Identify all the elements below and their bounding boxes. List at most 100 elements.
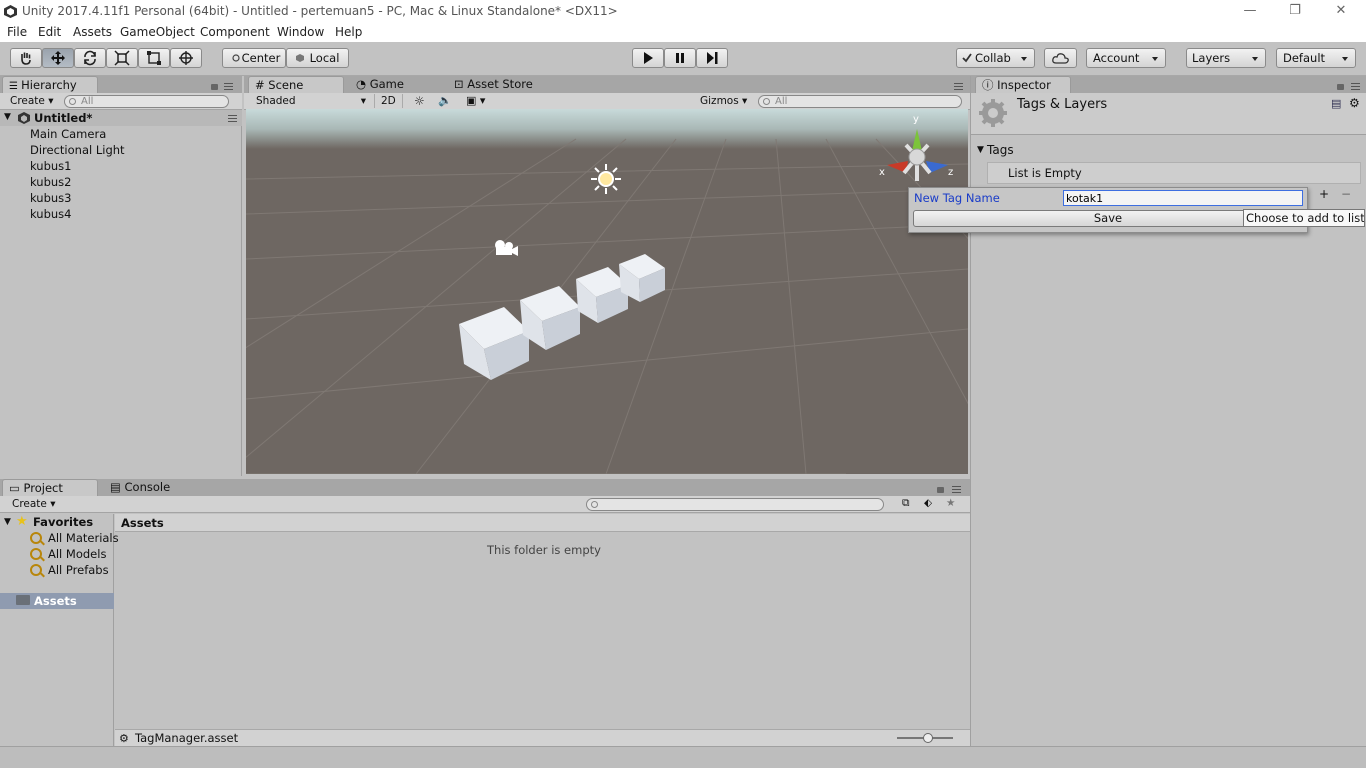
menu-edit[interactable]: Edit xyxy=(38,25,61,39)
transform-tool-button[interactable] xyxy=(170,48,202,68)
restore-button[interactable]: ❐ xyxy=(1272,0,1318,24)
scene-effects-icon[interactable]: ▣ ▾ xyxy=(466,94,485,107)
account-dropdown[interactable]: Account xyxy=(1086,48,1166,68)
filter-label-icon[interactable]: ⬖ xyxy=(924,497,932,509)
remove-tag-button[interactable]: − xyxy=(1341,187,1351,201)
tab-game[interactable]: ◔ Game xyxy=(350,76,440,93)
rect-tool-button[interactable] xyxy=(138,48,170,68)
assets-breadcrumb-label[interactable]: Assets xyxy=(121,516,164,530)
search-filter-icon xyxy=(30,548,42,560)
help-book-icon[interactable]: ▤ xyxy=(1331,97,1341,110)
assets-folder-label: Assets xyxy=(34,594,77,608)
menu-file[interactable]: File xyxy=(7,25,27,39)
menu-window[interactable]: Window xyxy=(277,25,324,39)
scene-search-input[interactable]: All xyxy=(758,95,962,108)
pause-button[interactable] xyxy=(664,48,696,68)
hierarchy-item-main-camera[interactable]: Main Camera xyxy=(30,127,106,141)
2d-mode-toggle[interactable]: 2D xyxy=(374,94,403,108)
favorite-star-icon[interactable]: ★ xyxy=(946,497,955,509)
tab-hierarchy[interactable]: ☰ Hierarchy xyxy=(2,76,98,93)
icon-size-slider-thumb[interactable] xyxy=(923,733,933,743)
add-tag-button[interactable]: + xyxy=(1319,187,1329,201)
new-tag-name-input[interactable] xyxy=(1063,190,1303,206)
minimize-button[interactable]: — xyxy=(1227,0,1273,24)
sky-gradient xyxy=(246,109,968,149)
project-create-dropdown[interactable]: Create ▾ xyxy=(12,498,56,510)
tab-asset-store[interactable]: ⊡ Asset Store xyxy=(448,76,558,93)
hierarchy-item-kubus3[interactable]: kubus3 xyxy=(30,191,72,205)
hierarchy-item-kubus2[interactable]: kubus2 xyxy=(30,175,72,189)
scale-icon xyxy=(114,50,130,66)
cube-small-icon xyxy=(296,54,304,62)
selected-asset-path: TagManager.asset xyxy=(135,731,239,745)
shading-mode-dropdown[interactable]: Shaded ▾ xyxy=(256,95,366,107)
hierarchy-item-kubus1[interactable]: kubus1 xyxy=(30,159,72,173)
cloud-icon xyxy=(1051,53,1069,64)
tab-scene[interactable]: # Scene xyxy=(248,76,344,93)
tab-inspector[interactable]: ⓘ Inspector xyxy=(975,76,1071,93)
tags-expand-icon[interactable]: ▼ xyxy=(977,145,984,155)
scene-audio-icon[interactable]: 🔈 xyxy=(438,94,452,107)
unity-logo-icon xyxy=(4,5,17,18)
scene-panel-menu-icon[interactable] xyxy=(954,83,963,90)
collab-dropdown[interactable]: Collab xyxy=(956,48,1035,68)
window-title: Unity 2017.4.11f1 Personal (64bit) - Unt… xyxy=(22,4,618,18)
move-tool-button[interactable] xyxy=(42,48,74,68)
menu-help[interactable]: Help xyxy=(335,25,362,39)
inspector-header: Tags & Layers ▤ ⚙ xyxy=(971,93,1366,135)
panel-menu-icon[interactable] xyxy=(224,83,233,90)
check-icon xyxy=(962,53,972,63)
hierarchy-item-directional-light[interactable]: Directional Light xyxy=(30,143,125,157)
tab-project[interactable]: ▭ Project xyxy=(2,479,98,496)
unity-scene-icon xyxy=(18,112,30,124)
hierarchy-search-input[interactable]: All xyxy=(64,95,229,108)
inspector-lock-icon[interactable] xyxy=(1337,84,1344,90)
scene-menu-icon[interactable] xyxy=(228,115,237,122)
scene-viewport[interactable]: y x z xyxy=(246,109,968,474)
favorite-all-models[interactable]: All Models xyxy=(48,547,106,561)
hand-tool-button[interactable] xyxy=(10,48,42,68)
hierarchy-create-dropdown[interactable]: Create ▾ xyxy=(10,95,54,107)
gizmo-axis-z-label: z xyxy=(948,167,954,178)
menu-gameobject[interactable]: GameObject xyxy=(120,25,195,39)
menu-component[interactable]: Component xyxy=(200,25,270,39)
pause-icon xyxy=(676,53,684,63)
lock-icon[interactable] xyxy=(211,84,218,90)
filter-type-icon[interactable]: ⧉ xyxy=(902,497,910,510)
scene-row[interactable]: ▼ Untitled* xyxy=(0,110,242,126)
scene-toolbar: Shaded ▾ 2D ☼ 🔈 ▣ ▾ Gizmos ▾ All xyxy=(244,93,970,110)
favorites-label[interactable]: Favorites xyxy=(33,515,93,529)
gizmos-dropdown[interactable]: Gizmos ▾ xyxy=(700,95,747,107)
layers-dropdown[interactable]: Layers xyxy=(1186,48,1266,68)
component-settings-icon[interactable]: ⚙ xyxy=(1349,96,1360,110)
scene-lighting-icon[interactable]: ☼ xyxy=(414,94,425,108)
rotate-tool-button[interactable] xyxy=(74,48,106,68)
layout-dropdown[interactable]: Default xyxy=(1276,48,1356,68)
assets-folder-row[interactable]: Assets xyxy=(0,593,114,609)
inspector-menu-icon[interactable] xyxy=(1351,83,1360,90)
project-search-input[interactable] xyxy=(586,498,884,511)
play-button[interactable] xyxy=(632,48,664,68)
favorite-all-prefabs[interactable]: All Prefabs xyxy=(48,563,109,577)
cloud-button[interactable] xyxy=(1044,48,1077,68)
step-button[interactable] xyxy=(696,48,728,68)
pivot-center-button[interactable]: Center xyxy=(222,48,286,68)
step-icon xyxy=(707,52,718,64)
menu-bar: File Edit Assets GameObject Component Wi… xyxy=(0,24,1366,42)
asset-gear-icon: ⚙ xyxy=(119,732,129,745)
expand-triangle-icon[interactable]: ▼ xyxy=(4,112,11,122)
pivot-icon xyxy=(232,54,240,62)
scale-tool-button[interactable] xyxy=(106,48,138,68)
local-space-button[interactable]: Local xyxy=(286,48,349,68)
favorites-expand-icon[interactable]: ▼ xyxy=(4,517,11,527)
favorite-all-materials[interactable]: All Materials xyxy=(48,531,119,545)
tab-console[interactable]: ▤ Console xyxy=(104,479,194,496)
rect-transform-icon xyxy=(147,51,161,65)
hierarchy-item-kubus4[interactable]: kubus4 xyxy=(30,207,72,221)
menu-assets[interactable]: Assets xyxy=(73,25,112,39)
close-button[interactable]: ✕ xyxy=(1318,0,1364,24)
tags-list-box: List is Empty xyxy=(987,162,1361,184)
project-menu-icon[interactable] xyxy=(952,486,961,493)
tags-section-label[interactable]: Tags xyxy=(987,143,1014,157)
project-lock-icon[interactable] xyxy=(937,487,944,493)
